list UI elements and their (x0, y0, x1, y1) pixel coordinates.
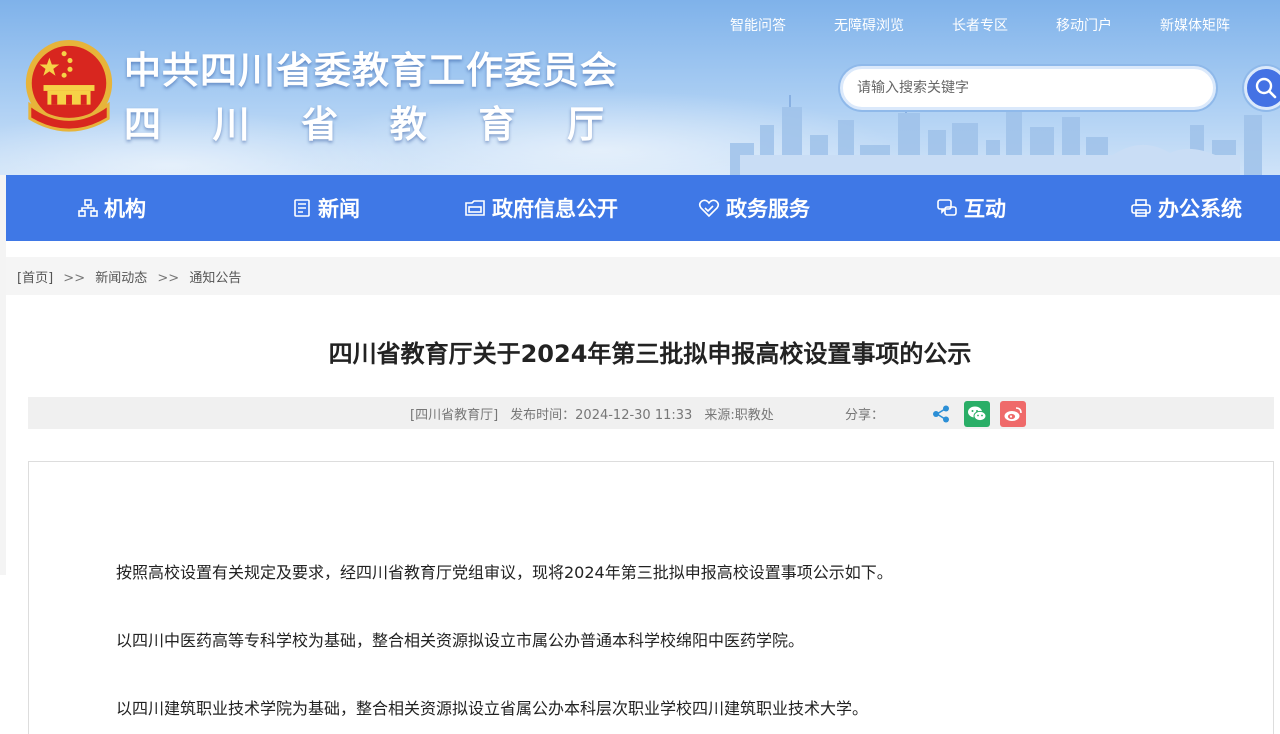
chat-icon (937, 199, 957, 216)
breadcrumb-separator: >> (157, 271, 180, 286)
dept-title-char: 省 (301, 103, 339, 146)
main-nav: 机构 新闻 政府信息公开 政务服务 互动 办公系统 (6, 175, 1280, 241)
article-meta: [四川省教育厅] 发布时间：2024-12-30 11:33 来源:职教处 (410, 404, 786, 423)
dept-title: 四 川 省 教 育 厅 (124, 94, 604, 148)
article-paragraph: 按照高校设置有关规定及要求，经四川省教育厅党组审议，现将2024年第三批拟申报高… (116, 563, 893, 582)
breadcrumb-home[interactable]: [首页] (17, 271, 53, 286)
dept-title-char: 育 (478, 103, 516, 146)
share-wechat-button[interactable] (964, 401, 990, 427)
nav-item-label: 互动 (964, 197, 1006, 221)
folder-icon (465, 200, 485, 216)
nav-item-label: 机构 (104, 197, 146, 221)
top-links: 智能问答 无障碍浏览 长者专区 移动门户 新媒体矩阵 (730, 15, 1230, 35)
dept-title-char: 四 (124, 103, 161, 146)
article-paragraph: 以四川中医药高等专科学校为基础，整合相关资源拟设立市属公办普通本科学校绵阳中医药… (116, 631, 805, 650)
nav-item-office[interactable]: 办公系统 (1130, 175, 1242, 241)
breadcrumb-notices[interactable]: 通知公告 (189, 271, 241, 286)
breadcrumb-separator: >> (63, 271, 86, 286)
nav-item-label: 政务服务 (726, 197, 810, 221)
article-content-box (28, 461, 1274, 734)
share-weibo-button[interactable] (1000, 401, 1026, 427)
top-link-mobile[interactable]: 移动门户 (1056, 15, 1112, 35)
document-icon (294, 199, 310, 217)
article-source-tag: [四川省教育厅] (410, 408, 499, 423)
org-chart-icon (78, 199, 98, 217)
share-button[interactable] (928, 401, 954, 427)
top-link-new-media[interactable]: 新媒体矩阵 (1160, 15, 1230, 35)
dept-title-char: 川 (212, 103, 250, 146)
top-link-elderly[interactable]: 长者专区 (952, 15, 1008, 35)
search-box (840, 66, 1216, 110)
wechat-icon (968, 406, 987, 422)
dept-title-char: 厅 (566, 103, 604, 146)
search-input[interactable] (843, 69, 1213, 107)
article-origin: 来源:职教处 (704, 408, 774, 423)
top-link-smart-qa[interactable]: 智能问答 (730, 15, 786, 35)
site-header: 中共四川省委教育工作委员会 四 川 省 教 育 厅 智能问答 无障碍浏览 长者专… (0, 0, 1280, 175)
nav-item-label: 办公系统 (1158, 197, 1242, 221)
national-emblem-icon (25, 39, 113, 132)
breadcrumb: [首页] >> 新闻动态 >> 通知公告 (17, 267, 241, 286)
nav-item-news[interactable]: 新闻 (292, 175, 360, 241)
weibo-icon (1004, 407, 1022, 421)
top-link-accessibility[interactable]: 无障碍浏览 (834, 15, 904, 35)
heart-hand-icon (698, 199, 720, 218)
article-publish-time: 发布时间：2024-12-30 11:33 (510, 408, 693, 423)
article-title: 四川省教育厅关于2024年第三批拟申报高校设置事项的公示 (328, 340, 972, 368)
share-icon (933, 405, 949, 423)
nav-item-services[interactable]: 政务服务 (698, 175, 810, 241)
breadcrumb-news[interactable]: 新闻动态 (95, 271, 147, 286)
nav-item-gov-info[interactable]: 政府信息公开 (464, 175, 618, 241)
printer-icon (1131, 199, 1151, 217)
search-button[interactable] (1244, 66, 1280, 110)
nav-item-org[interactable]: 机构 (78, 175, 146, 241)
nav-item-interaction[interactable]: 互动 (936, 175, 1006, 241)
article-paragraph: 以四川建筑职业技术学院为基础，整合相关资源拟设立省属公办本科层次职业学校四川建筑… (116, 699, 869, 718)
org-title: 中共四川省委教育工作委员会 (124, 49, 618, 92)
search-icon (1255, 77, 1277, 99)
nav-item-label: 新闻 (318, 197, 360, 221)
nav-item-label: 政府信息公开 (492, 197, 618, 221)
share-label: 分享： (845, 408, 885, 423)
dept-title-char: 教 (389, 103, 427, 146)
